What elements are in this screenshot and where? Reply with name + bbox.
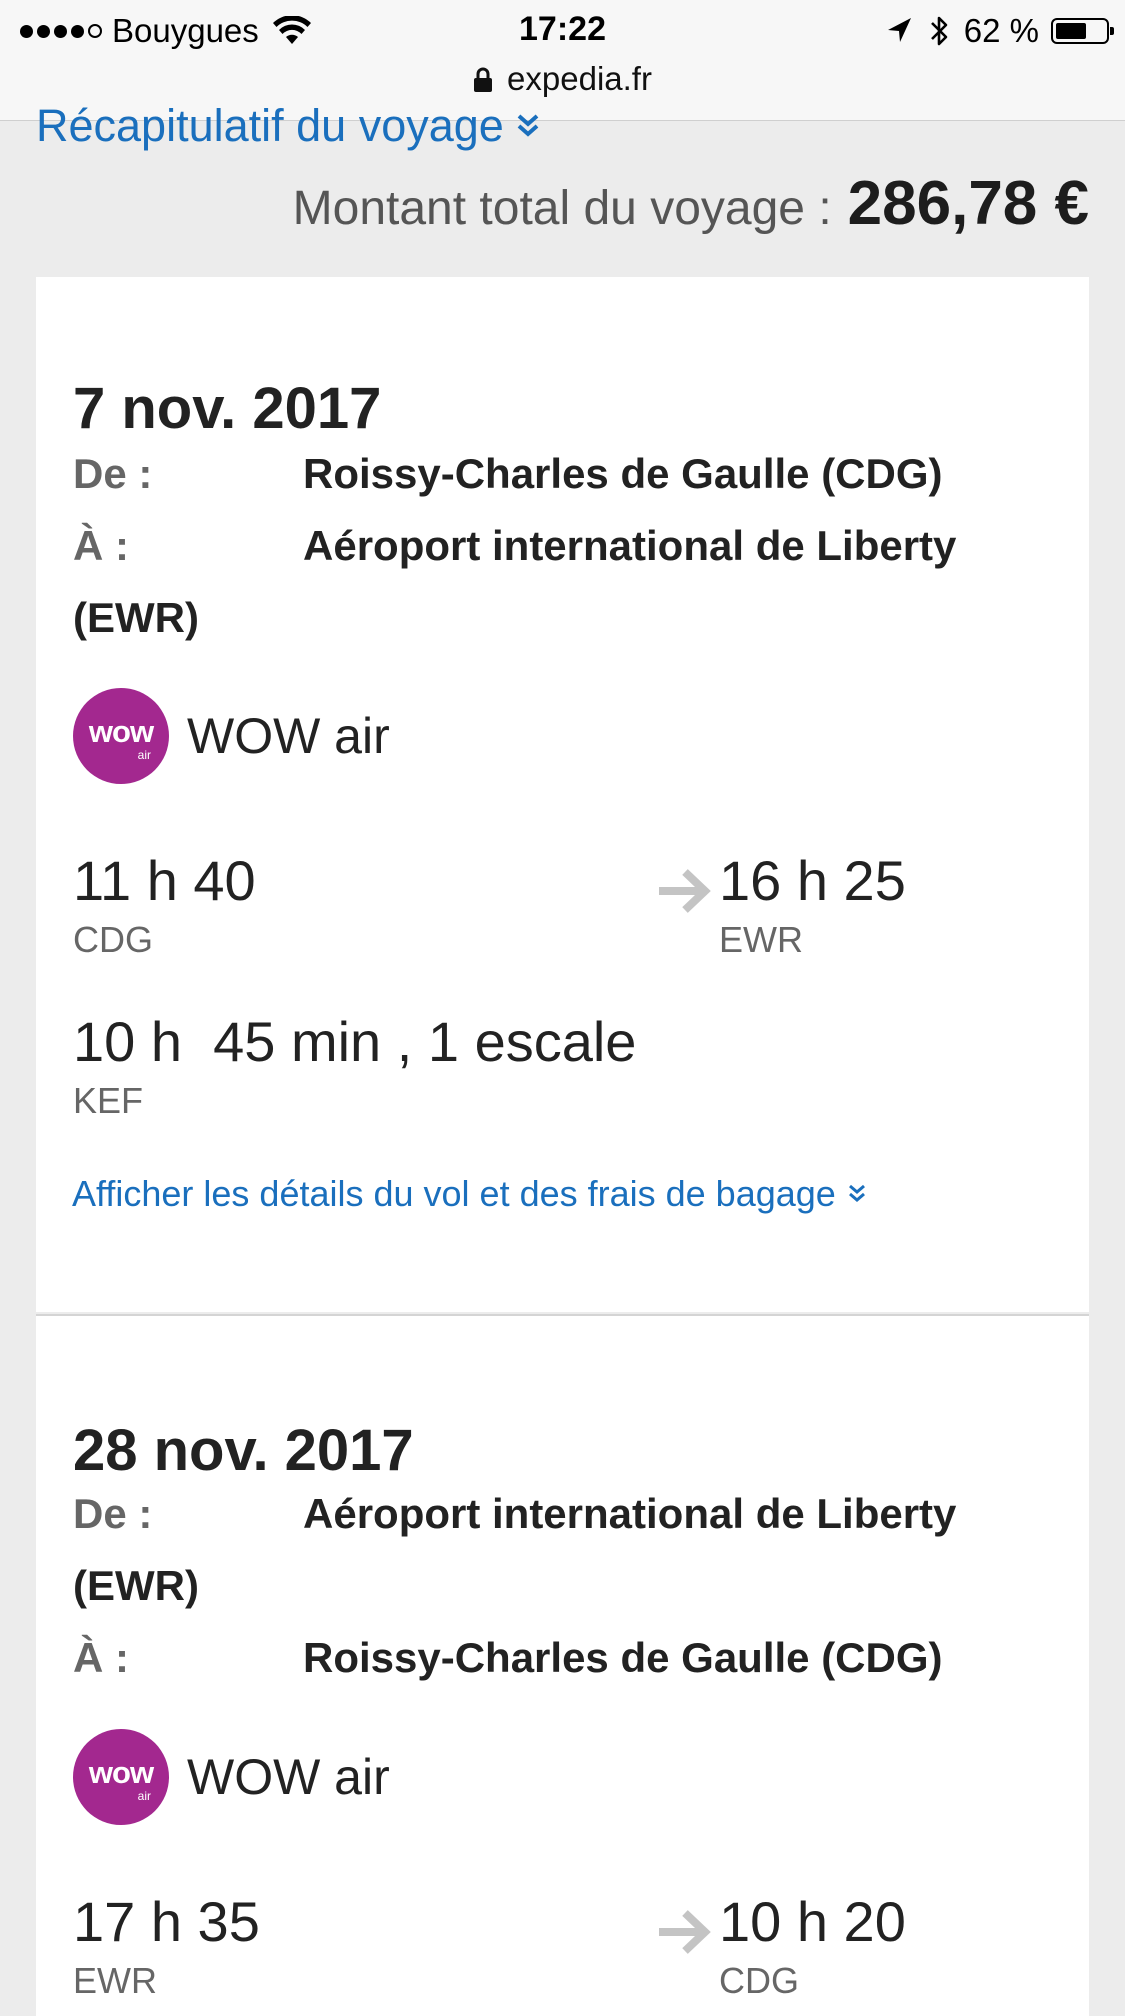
airline: wow air WOW air [73,1729,390,1825]
trip-total: Montant total du voyage : 286,78 € [293,168,1089,239]
airline-name: WOW air [187,708,390,764]
url-text: expedia.fr [507,60,652,97]
logo-sub: air [137,748,151,762]
route-to-continued: (EWR) [73,582,1073,654]
to-label: À : [73,1634,129,1681]
to-airport-code: (EWR) [73,594,199,641]
airline: wow air WOW air [73,688,390,784]
departure-code: EWR [73,1960,157,2001]
from-airport: Aéroport international de Liberty [303,1490,957,1537]
arrival: 10 h 20 CDG [719,1889,906,2002]
to-label: À : [73,522,129,569]
logo-sub: air [137,1789,151,1803]
trip-summary-label: Récapitulatif du voyage [36,100,504,151]
departure-time: 11 h 40 [73,849,256,912]
duration-text: 10 h 45 min , 1 escale [73,1010,637,1073]
arrival-code: EWR [719,919,803,960]
arrival-time: 10 h 20 [719,1890,906,1953]
details-link-label: Afficher les détails du vol et des frais… [72,1173,836,1214]
flight-date: 28 nov. 2017 [73,1418,414,1483]
status-right: 62 % [884,10,1114,52]
airline-name: WOW air [187,1749,390,1805]
arrival-code: CDG [719,1960,799,2001]
to-airport: Aéroport international de Liberty [303,522,957,569]
arrow-right-icon [659,869,711,913]
location-arrow-icon [887,18,911,42]
battery-percent: 62 % [963,12,1039,49]
address-bar[interactable]: expedia.fr [0,60,1125,98]
departure-code: CDG [73,919,153,960]
wow-air-logo: wow air [73,688,169,784]
chevron-double-down-icon [848,1184,865,1202]
bluetooth-icon [930,16,948,46]
departure: 17 h 35 EWR [73,1889,260,2002]
flight-details-link[interactable]: Afficher les détails du vol et des frais… [72,1173,866,1215]
from-label: De : [73,1490,153,1537]
route-from-continued: (EWR) [73,1550,1073,1622]
arrow-right-icon [659,1910,711,1954]
flight-duration: 10 h 45 min , 1 escale KEF [73,1009,636,1122]
route-from: De : Aéroport international de Liberty [73,1478,1073,1550]
arrival: 16 h 25 EWR [719,848,906,961]
battery-icon [1051,18,1114,44]
flight-card-outbound: 7 nov. 2017 De : Roissy-Charles de Gaulle… [36,277,1089,1312]
flight-card-return: 28 nov. 2017 De : Aéroport international … [36,1316,1089,2016]
trip-summary-link[interactable]: Récapitulatif du voyage [36,100,540,152]
route-to: À : Roissy-Charles de Gaulle (CDG) [73,1622,1073,1694]
stopover-code: KEF [73,1080,144,1121]
route-from: De : Roissy-Charles de Gaulle (CDG) [73,438,1073,510]
route-to: À : Aéroport international de Liberty [73,510,1073,582]
to-airport: Roissy-Charles de Gaulle (CDG) [303,1634,943,1681]
logo-wordmark: wow [88,1755,154,1790]
departure: 11 h 40 CDG [73,848,256,961]
arrival-time: 16 h 25 [719,849,906,912]
wow-air-logo: wow air [73,1729,169,1825]
total-amount: 286,78 € [847,169,1089,238]
lock-icon [474,67,493,92]
from-airport-code: (EWR) [73,1562,199,1609]
battery-nub [1110,27,1114,35]
chevron-double-down-icon [517,114,539,137]
logo-wordmark: wow [88,714,154,749]
from-airport: Roissy-Charles de Gaulle (CDG) [303,450,943,497]
from-label: De : [73,450,153,497]
battery-fill [1056,23,1086,39]
total-label: Montant total du voyage : [292,182,832,235]
flight-date: 7 nov. 2017 [73,376,382,441]
departure-time: 17 h 35 [73,1890,260,1953]
